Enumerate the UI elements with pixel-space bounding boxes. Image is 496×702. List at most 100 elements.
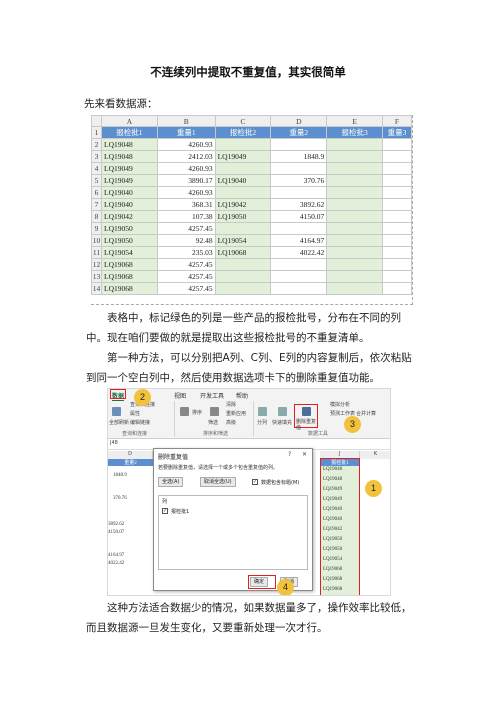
advanced-button[interactable]: 高级 <box>226 419 236 426</box>
filter-button[interactable]: 筛选 <box>208 419 218 426</box>
table-cell[interactable]: LQ19068 <box>214 246 272 259</box>
table-cell[interactable] <box>214 186 272 199</box>
consolidate-button[interactable]: 合并计算 <box>356 410 376 417</box>
tab-view[interactable]: 视图 <box>174 391 186 400</box>
table-cell[interactable]: 107.38 <box>156 210 216 223</box>
text-to-columns-button[interactable]: 分列 <box>257 419 267 426</box>
table-cell[interactable]: LQ19049 <box>214 150 272 163</box>
table-cell[interactable] <box>326 222 384 235</box>
table-cell[interactable] <box>382 198 412 211</box>
table-cell[interactable] <box>270 138 328 151</box>
table-cell[interactable]: 368.31 <box>156 198 216 211</box>
has-header-checkbox[interactable]: ✓ <box>252 479 258 485</box>
flash-fill-button[interactable]: 快速填充 <box>272 419 292 426</box>
table-cell[interactable]: LQ19049 <box>100 162 158 175</box>
column-checkbox[interactable]: ✓ <box>162 508 168 514</box>
table-cell[interactable]: LQ19050 <box>100 234 158 247</box>
table-cell[interactable] <box>214 138 272 151</box>
table-cell[interactable]: 3892.62 <box>270 198 328 211</box>
table-cell[interactable]: 4260.93 <box>156 186 216 199</box>
table-cell[interactable]: LQ19068 <box>100 270 158 283</box>
select-all-button[interactable]: 全选(A) <box>158 477 184 487</box>
name-box[interactable]: J48 <box>110 440 118 446</box>
properties-button[interactable]: 属性 <box>130 410 140 417</box>
table-cell[interactable]: 4257.45 <box>156 282 216 295</box>
table-cell[interactable] <box>214 258 272 271</box>
table-cell[interactable] <box>382 162 412 175</box>
sort-button[interactable]: 排序 <box>192 409 202 416</box>
table-cell[interactable] <box>382 246 412 259</box>
reapply-button[interactable]: 重新应用 <box>226 410 246 417</box>
table-cell[interactable] <box>214 270 272 283</box>
table-cell[interactable]: 2412.03 <box>156 150 216 163</box>
table-cell[interactable]: LQ19050 <box>100 222 158 235</box>
table-cell[interactable]: LQ19049 <box>100 174 158 187</box>
table-cell[interactable]: LQ19040 <box>100 186 158 199</box>
what-if-button[interactable]: 模拟分析 <box>330 401 350 408</box>
table-cell[interactable] <box>382 150 412 163</box>
table-cell[interactable] <box>382 174 412 187</box>
table-cell[interactable]: LQ19054 <box>214 234 272 247</box>
table-cell[interactable] <box>382 258 412 271</box>
table-cell[interactable]: LQ19042 <box>214 198 272 211</box>
table-cell[interactable]: 3890.17 <box>156 174 216 187</box>
table-cell[interactable]: 4150.07 <box>270 210 328 223</box>
table-cell[interactable]: 4257.45 <box>156 222 216 235</box>
table-cell[interactable] <box>326 258 384 271</box>
table-cell[interactable] <box>270 282 328 295</box>
table-cell[interactable] <box>382 222 412 235</box>
table-cell[interactable] <box>326 270 384 283</box>
table-cell[interactable]: 4022.42 <box>270 246 328 259</box>
table-cell[interactable] <box>326 234 384 247</box>
refresh-all-button[interactable]: 全部刷新 <box>109 419 129 426</box>
table-cell[interactable]: LQ19042 <box>100 210 158 223</box>
table-cell[interactable]: 235.03 <box>156 246 216 259</box>
clear-button[interactable]: 清除 <box>226 401 236 408</box>
table-cell[interactable] <box>326 174 384 187</box>
tab-developer[interactable]: 开发工具 <box>200 391 224 400</box>
table-cell[interactable]: LQ19048 <box>100 138 158 151</box>
table-cell[interactable] <box>214 282 272 295</box>
table-cell[interactable]: 92.48 <box>156 234 216 247</box>
table-cell[interactable] <box>382 186 412 199</box>
table-cell[interactable] <box>270 270 328 283</box>
table-cell[interactable] <box>326 150 384 163</box>
close-icon[interactable]: ✕ <box>302 451 307 458</box>
table-cell[interactable] <box>382 234 412 247</box>
table-cell[interactable]: 4257.45 <box>156 270 216 283</box>
table-cell[interactable] <box>382 210 412 223</box>
table-cell[interactable] <box>270 222 328 235</box>
table-cell[interactable]: 370.76 <box>270 174 328 187</box>
table-cell[interactable]: 4260.93 <box>156 162 216 175</box>
table-cell[interactable]: LQ19054 <box>100 246 158 259</box>
table-cell[interactable] <box>326 186 384 199</box>
table-cell[interactable]: 1848.9 <box>270 150 328 163</box>
table-cell[interactable] <box>214 162 272 175</box>
column-list[interactable]: 列 ✓ 报检批1 <box>158 495 308 570</box>
table-cell[interactable]: LQ19040 <box>100 198 158 211</box>
table-cell[interactable]: LQ19068 <box>100 282 158 295</box>
table-cell[interactable] <box>382 270 412 283</box>
table-cell[interactable] <box>326 138 384 151</box>
table-cell[interactable]: LQ19040 <box>214 174 272 187</box>
table-cell[interactable]: LQ19048 <box>100 150 158 163</box>
table-cell[interactable] <box>270 162 328 175</box>
table-cell[interactable] <box>214 222 272 235</box>
table-cell[interactable] <box>382 138 412 151</box>
table-cell[interactable] <box>326 210 384 223</box>
tab-help[interactable]: 帮助 <box>236 391 248 400</box>
table-cell[interactable]: 4257.45 <box>156 258 216 271</box>
unselect-all-button[interactable]: 取消全选(U) <box>200 477 236 487</box>
table-cell[interactable] <box>270 258 328 271</box>
edit-links-button[interactable]: 编辑链接 <box>130 419 150 426</box>
table-cell[interactable] <box>326 282 384 295</box>
table-cell[interactable] <box>326 198 384 211</box>
table-cell[interactable] <box>326 162 384 175</box>
help-icon[interactable]: ? <box>288 451 291 458</box>
table-cell[interactable] <box>382 282 412 295</box>
table-cell[interactable] <box>270 186 328 199</box>
table-cell[interactable] <box>326 246 384 259</box>
table-cell[interactable]: 4164.97 <box>270 234 328 247</box>
table-cell[interactable]: 4260.93 <box>156 138 216 151</box>
table-cell[interactable]: LQ19068 <box>100 258 158 271</box>
